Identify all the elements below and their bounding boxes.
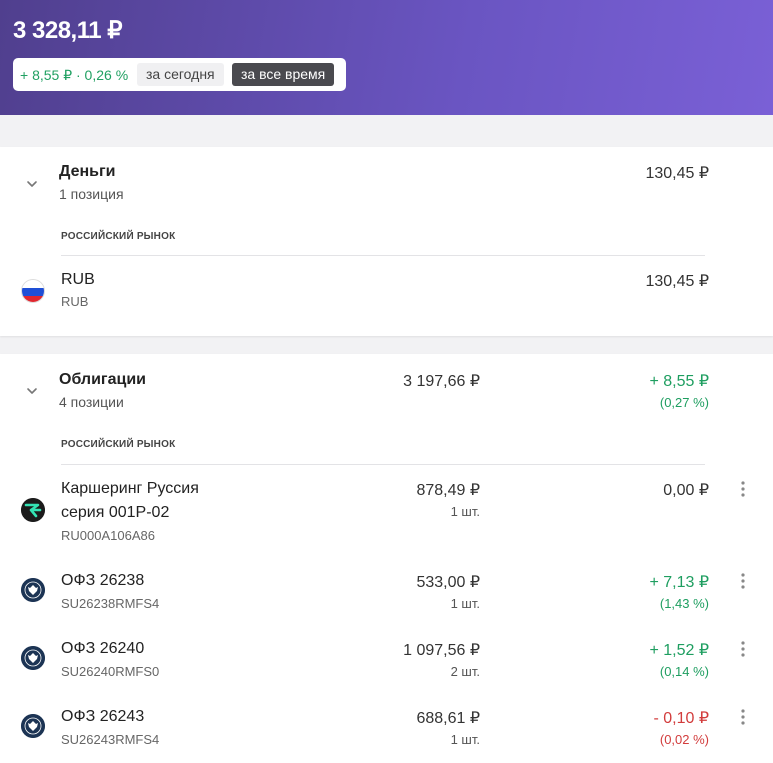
minfin-emblem-icon (21, 578, 45, 602)
asset-change: 0,00 ₽ (663, 482, 709, 499)
asset-change-pct: (0,02 %) (659, 732, 709, 747)
carsharing-logo-icon (21, 498, 45, 522)
asset-change: - 0,10 ₽ (653, 710, 709, 727)
money-group-count: 1 позиция (59, 186, 124, 202)
bonds-group-change-pct: (0,27 %) (659, 395, 709, 410)
bonds-group-count: 4 позиции (59, 394, 124, 410)
asset-value: 878,49 ₽ (416, 482, 480, 499)
asset-code: RUB (61, 294, 89, 309)
minfin-emblem-icon (21, 646, 45, 670)
market-label: РОССИЙСКИЙ РЫНОК (61, 439, 176, 450)
more-options-icon[interactable] (736, 572, 750, 590)
more-options-icon[interactable] (736, 708, 750, 726)
asset-value: 1 097,56 ₽ (403, 642, 480, 659)
asset-name: Каршеринг Руссия (61, 480, 199, 497)
more-options-icon[interactable] (736, 480, 750, 498)
money-group: Деньги 1 позиция 130,45 ₽ РОССИЙСКИЙ РЫН… (0, 147, 773, 336)
bonds-group-total: 3 197,66 ₽ (403, 373, 480, 390)
period-today-button[interactable]: за сегодня (137, 63, 224, 86)
portfolio-header: 3 328,11 ₽ + 8,55 ₽ · 0,26 % за сегодня … (0, 0, 773, 115)
money-group-total: 130,45 ₽ (645, 165, 709, 182)
asset-value: 688,61 ₽ (416, 710, 480, 727)
asset-value: 533,00 ₽ (416, 574, 480, 591)
divider (61, 255, 705, 256)
chevron-down-icon[interactable] (24, 383, 40, 399)
bonds-group-title: Облигации (59, 371, 146, 388)
period-all-time-button[interactable]: за все время (232, 63, 335, 86)
asset-change-pct: (1,43 %) (659, 596, 709, 611)
asset-code: SU26243RMFS4 (61, 732, 160, 747)
bonds-group-change: + 8,55 ₽ (649, 373, 709, 390)
period-switcher: + 8,55 ₽ · 0,26 % за сегодня за все врем… (13, 58, 346, 91)
asset-name-line2: серия 001Р-02 (61, 504, 170, 521)
asset-quantity: 1 шт. (450, 732, 480, 747)
asset-quantity: 1 шт. (450, 504, 480, 519)
asset-quantity: 1 шт. (450, 596, 480, 611)
money-group-title: Деньги (59, 163, 116, 180)
minfin-emblem-icon (21, 714, 45, 738)
asset-name: ОФЗ 26240 (61, 640, 145, 657)
asset-change-pct: (0,14 %) (659, 664, 709, 679)
asset-value: 130,45 ₽ (645, 273, 709, 290)
bonds-group: Облигации 4 позиции 3 197,66 ₽ + 8,55 ₽ … (0, 354, 773, 763)
asset-code: SU26238RMFS4 (61, 596, 160, 611)
portfolio-total: 3 328,11 ₽ (13, 17, 123, 44)
asset-name: ОФЗ 26243 (61, 708, 145, 725)
market-label: РОССИЙСКИЙ РЫНОК (61, 231, 176, 242)
russia-flag-icon (21, 279, 45, 303)
chevron-down-icon[interactable] (24, 176, 40, 192)
asset-code: RU000A106A86 (61, 528, 155, 543)
asset-name: ОФЗ 26238 (61, 572, 145, 589)
more-options-icon[interactable] (736, 640, 750, 658)
asset-change: + 1,52 ₽ (649, 642, 709, 659)
asset-code: SU26240RMFS0 (61, 664, 160, 679)
asset-quantity: 2 шт. (450, 664, 480, 679)
asset-change: + 7,13 ₽ (649, 574, 709, 591)
divider (61, 464, 705, 465)
asset-name: RUB (61, 271, 95, 288)
portfolio-change: + 8,55 ₽ · 0,26 % (20, 67, 129, 83)
